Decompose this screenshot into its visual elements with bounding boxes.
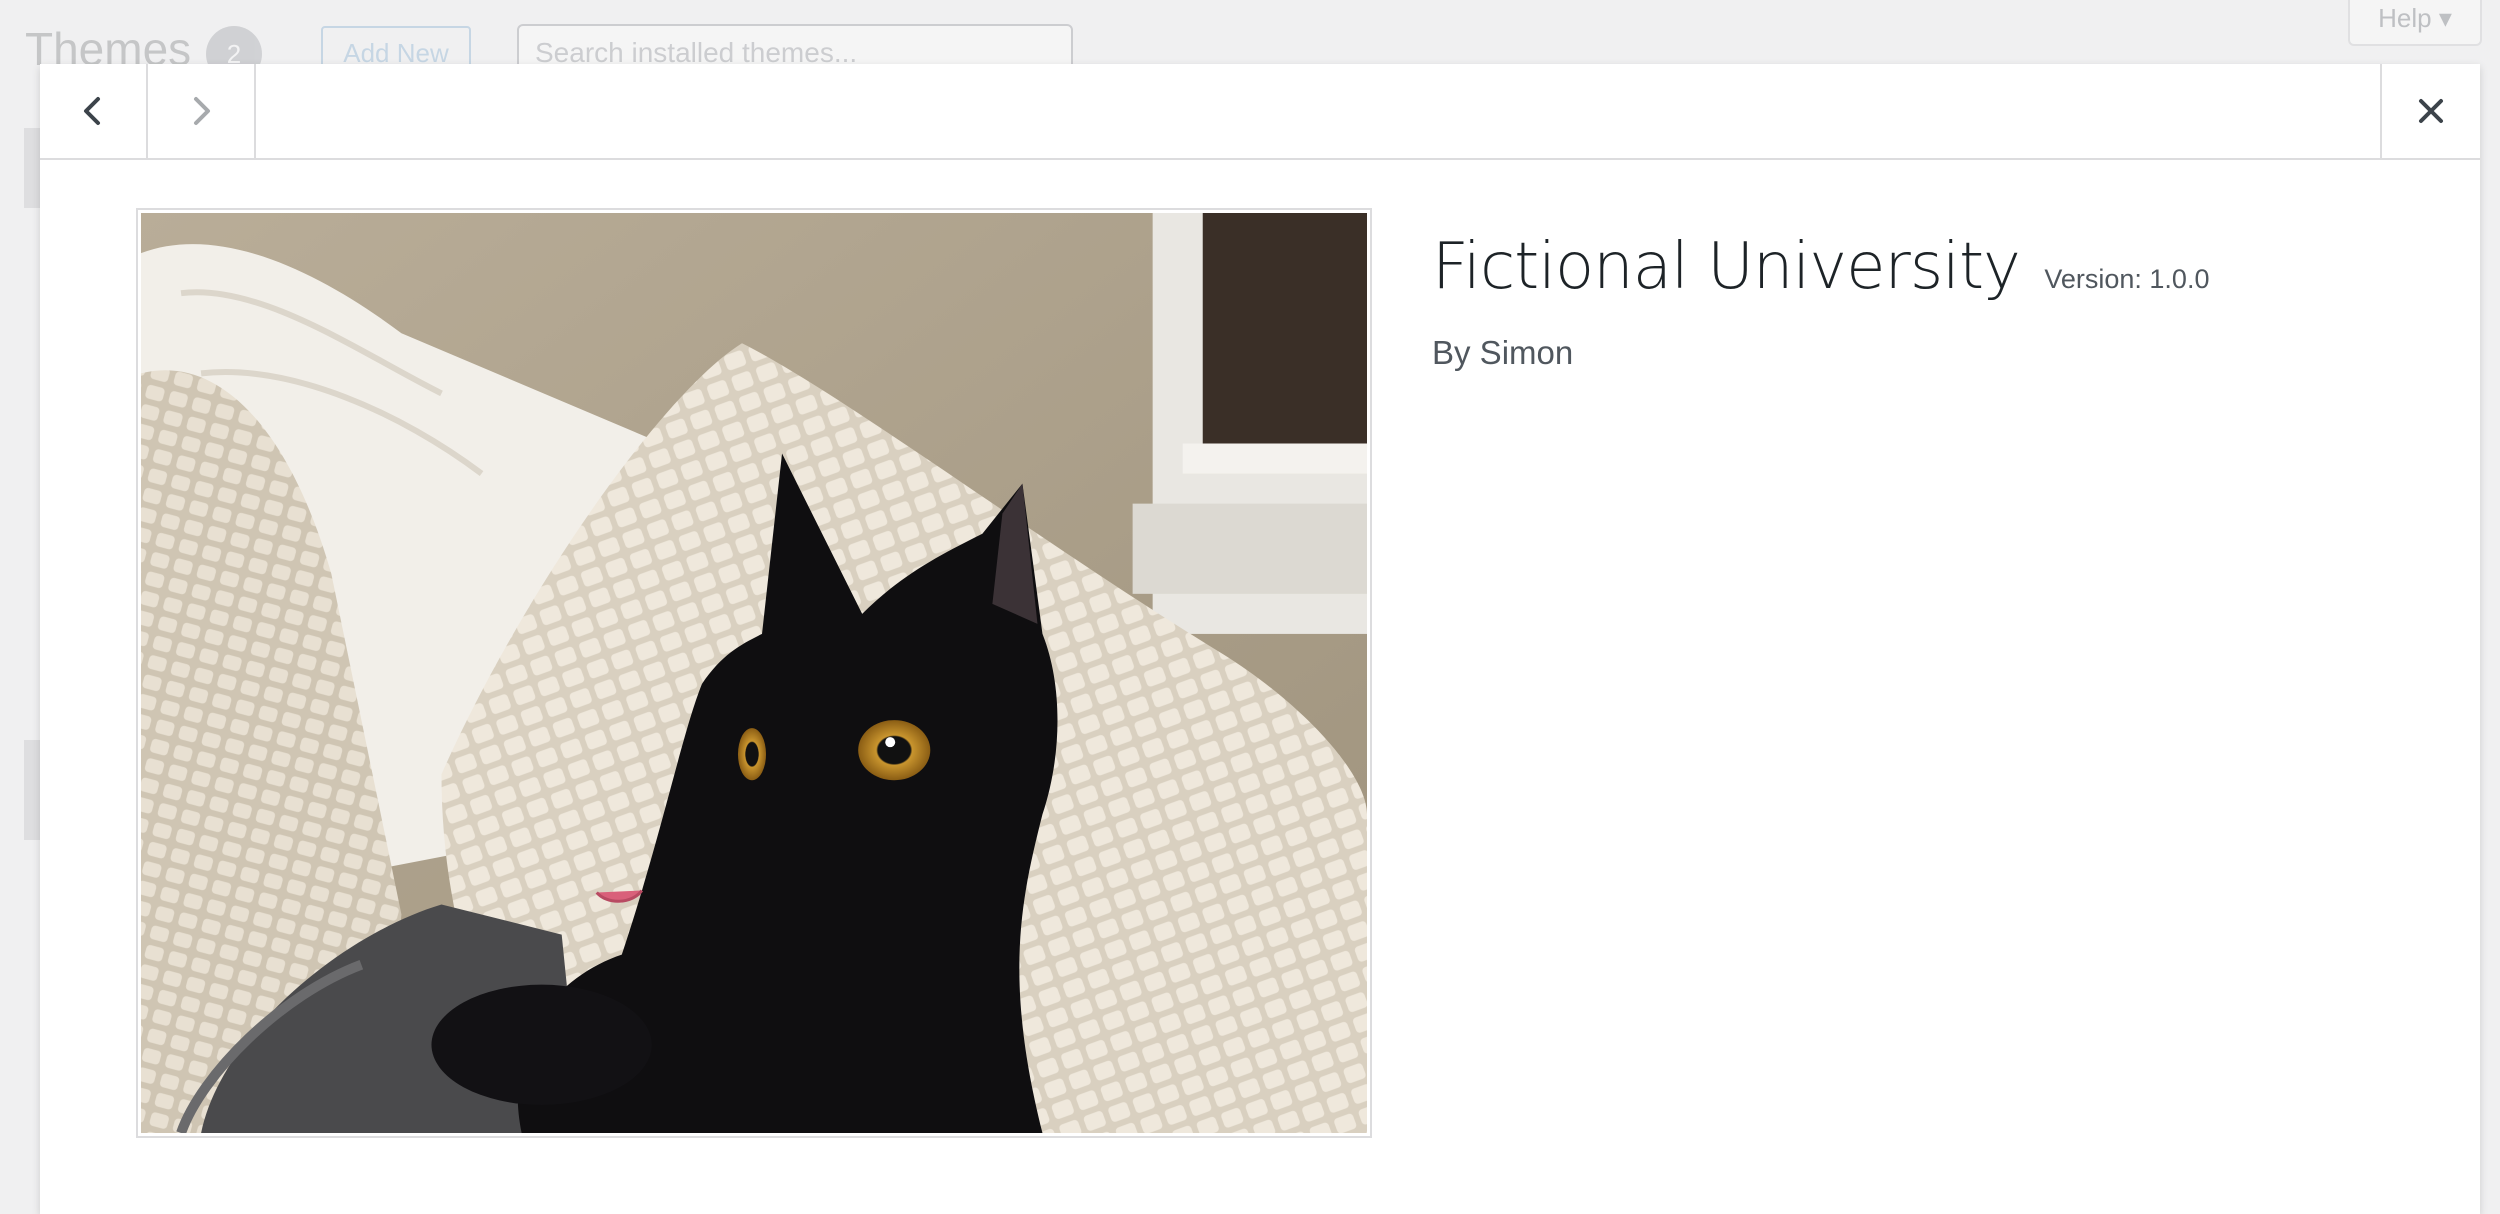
theme-name: Fictional University [1432, 230, 2021, 304]
theme-author: By Simon [1432, 334, 1574, 371]
chevron-right-icon [194, 97, 210, 125]
next-theme-button[interactable] [148, 64, 256, 158]
background-strip [24, 128, 40, 208]
overlay-header [40, 64, 2480, 160]
chevron-left-icon [84, 97, 100, 125]
background-strip [24, 740, 40, 840]
theme-screenshot-image [141, 213, 1367, 1133]
theme-version: Version: 1.0.0 [2044, 264, 2210, 294]
close-overlay-button[interactable] [2380, 64, 2480, 158]
close-icon [2419, 99, 2443, 123]
help-tab[interactable]: Help ▾ [2348, 0, 2482, 46]
theme-details-overlay: Fictional University Version: 1.0.0 By S… [40, 64, 2480, 1214]
previous-theme-button[interactable] [40, 64, 148, 158]
theme-info: Fictional University Version: 1.0.0 By S… [1432, 230, 2332, 372]
theme-screenshot-frame [136, 208, 1372, 1138]
